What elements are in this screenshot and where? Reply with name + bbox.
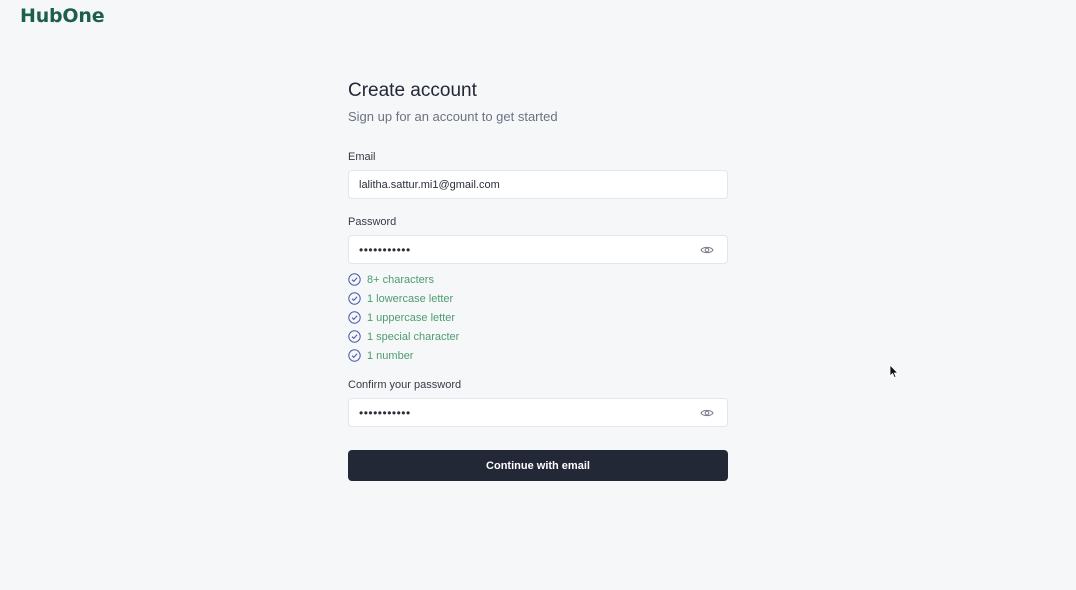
requirement-text: 1 lowercase letter: [367, 292, 454, 305]
check-circle-icon: [348, 311, 361, 324]
password-field[interactable]: •••••••••••: [348, 235, 728, 264]
check-circle-icon: [348, 273, 361, 286]
password-label: Password: [348, 216, 397, 228]
email-field[interactable]: lalitha.sattur.mi1@gmail.com: [348, 170, 728, 199]
check-circle-icon: [348, 349, 361, 362]
page-title: Create account: [348, 80, 477, 101]
page-subtitle: Sign up for an account to get started: [348, 109, 558, 124]
password-requirements: 8+ characters 1 lowercase letter 1 upper…: [348, 270, 728, 365]
eye-icon[interactable]: [700, 407, 714, 419]
confirm-password-label: Confirm your password: [348, 379, 462, 391]
requirement-text: 1 uppercase letter: [367, 311, 456, 324]
signup-form: Create account Sign up for an account to…: [348, 78, 728, 481]
requirement-text: 8+ characters: [367, 273, 434, 286]
check-circle-icon: [348, 292, 361, 305]
requirement-item: 1 number: [348, 346, 728, 365]
password-value: •••••••••••: [359, 242, 411, 257]
confirm-password-value: •••••••••••: [359, 405, 411, 420]
continue-with-email-button[interactable]: Continue with email: [348, 450, 728, 481]
requirement-item: 1 lowercase letter: [348, 289, 728, 308]
mouse-cursor-icon: [889, 364, 899, 379]
confirm-password-field[interactable]: •••••••••••: [348, 398, 728, 427]
requirement-item: 1 special character: [348, 327, 728, 346]
requirement-text: 1 number: [367, 349, 414, 362]
email-label: Email: [348, 151, 376, 163]
hubone-logo: HubOne: [20, 5, 105, 27]
requirement-item: 8+ characters: [348, 270, 728, 289]
email-value: lalitha.sattur.mi1@gmail.com: [359, 178, 500, 191]
requirement-item: 1 uppercase letter: [348, 308, 728, 327]
requirement-text: 1 special character: [367, 330, 460, 343]
eye-icon[interactable]: [700, 244, 714, 256]
check-circle-icon: [348, 330, 361, 343]
